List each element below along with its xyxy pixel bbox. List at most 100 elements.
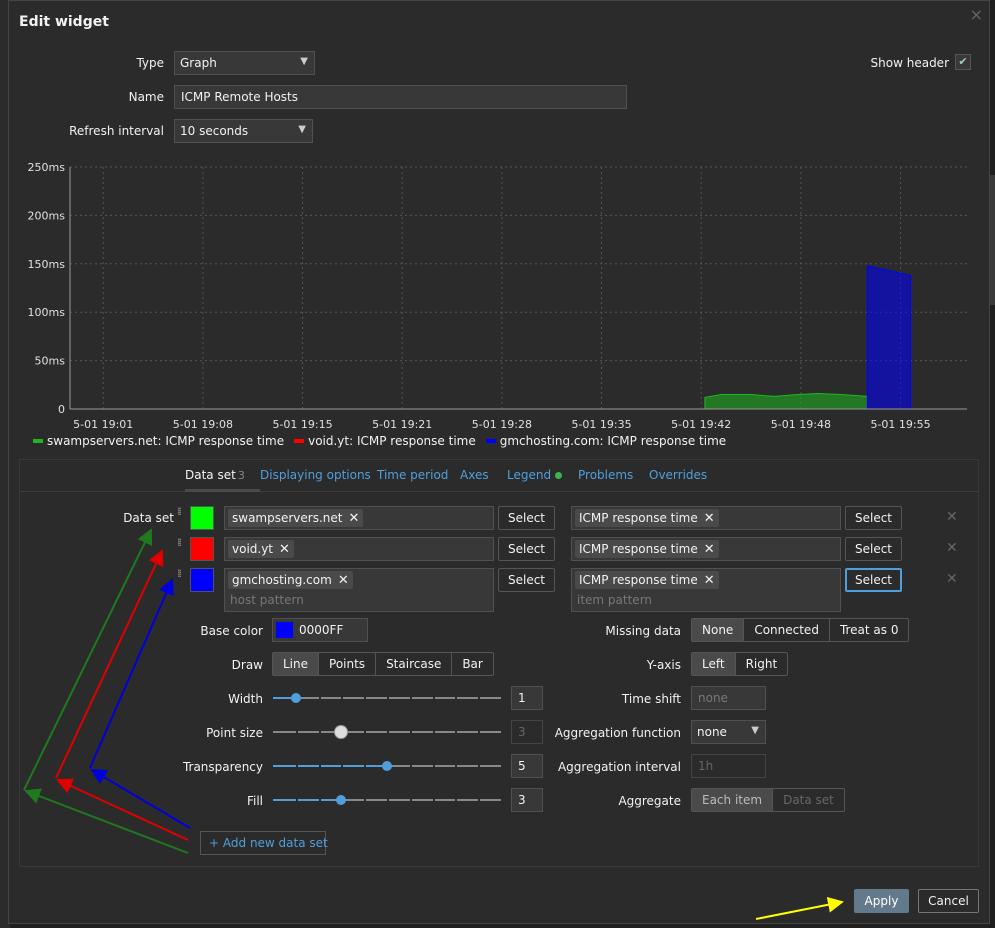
host-multiselect[interactable]: swampservers.net ✕	[224, 506, 494, 530]
show-header-checkbox[interactable]: ✔	[955, 54, 971, 70]
apply-button[interactable]: Apply	[854, 889, 909, 913]
y-tick-label: 100ms	[28, 306, 66, 319]
remove-data-set-icon[interactable]: ✕	[946, 571, 958, 587]
chip-label: ICMP response time	[579, 573, 698, 587]
tab-displaying-options[interactable]: Displaying options	[260, 468, 371, 482]
slider-tick	[295, 799, 298, 801]
width-label: Width	[228, 692, 263, 706]
drag-handle-icon[interactable]: ⁞⁞	[177, 568, 187, 579]
item-multiselect[interactable]: ICMP response time ✕	[571, 537, 841, 561]
point-size-label: Point size	[206, 726, 263, 740]
chip-label: ICMP response time	[579, 511, 698, 525]
base-color-input[interactable]: 0000FF	[272, 618, 368, 642]
slider-tick	[364, 765, 367, 767]
y-tick-label: 50ms	[35, 355, 66, 368]
host-select-button[interactable]: Select	[498, 568, 555, 592]
item-multiselect[interactable]: ICMP response time ✕	[571, 506, 841, 530]
y-axis-label: Y-axis	[646, 658, 681, 672]
data-set-color-swatch[interactable]	[190, 568, 214, 592]
slider-tick	[364, 697, 367, 699]
draw-option-line[interactable]: Line	[273, 653, 320, 675]
remove-chip-icon[interactable]: ✕	[348, 511, 359, 526]
draw-segmented-control[interactable]: Line Points Staircase Bar	[272, 652, 494, 676]
missing-data-segmented-control[interactable]: None Connected Treat as 0	[691, 618, 910, 642]
remove-chip-icon[interactable]: ✕	[704, 542, 715, 557]
tab-legend[interactable]: Legend	[507, 468, 563, 482]
remove-chip-icon[interactable]: ✕	[704, 511, 715, 526]
host-pattern-placeholder[interactable]: host pattern	[228, 589, 490, 607]
remove-data-set-icon[interactable]: ✕	[946, 540, 958, 556]
slider-handle[interactable]	[336, 795, 347, 805]
item-multiselect[interactable]: ICMP response time ✕ item pattern	[571, 568, 841, 612]
host-select-button[interactable]: Select	[498, 506, 555, 530]
item-select-button[interactable]: Select	[845, 506, 902, 530]
aggregation-interval-input: 1h	[691, 754, 766, 778]
host-multiselect[interactable]: void.yt ✕	[224, 537, 494, 561]
tab-overrides[interactable]: Overrides	[649, 468, 707, 482]
width-slider[interactable]	[273, 692, 501, 704]
drag-handle-icon[interactable]: ⁞⁞	[177, 537, 187, 548]
close-icon[interactable]: ×	[970, 5, 983, 24]
type-select[interactable]: Graph ▼	[174, 51, 315, 75]
y-axis-option-right[interactable]: Right	[736, 653, 788, 675]
point-size-slider	[273, 725, 501, 739]
item-pattern-placeholder[interactable]: item pattern	[575, 589, 837, 607]
item-chip: ICMP response time ✕	[575, 540, 719, 558]
data-set-color-swatch[interactable]	[190, 537, 214, 561]
remove-chip-icon[interactable]: ✕	[704, 573, 715, 588]
host-multiselect[interactable]: gmchosting.com ✕ host pattern	[224, 568, 494, 612]
host-select-button[interactable]: Select	[498, 537, 555, 561]
missing-option-none[interactable]: None	[692, 619, 745, 641]
remove-chip-icon[interactable]: ✕	[279, 542, 290, 557]
fill-slider[interactable]	[273, 794, 501, 806]
host-chip: void.yt ✕	[228, 540, 294, 558]
x-tick-label: 5-01 19:48	[771, 418, 831, 431]
time-shift-input[interactable]: none	[691, 686, 766, 710]
legend-item: gmchosting.com: ICMP response time	[485, 434, 726, 448]
slider-tick	[387, 799, 389, 801]
tab-time-period[interactable]: Time period	[377, 468, 448, 482]
transparency-input[interactable]: 5	[511, 754, 543, 778]
draw-option-staircase[interactable]: Staircase	[376, 653, 453, 675]
y-axis-segmented-control[interactable]: Left Right	[691, 652, 789, 676]
cancel-button[interactable]: Cancel	[918, 889, 979, 913]
slider-fill	[273, 765, 387, 767]
legend-swatch	[294, 439, 305, 443]
missing-option-connected[interactable]: Connected	[744, 619, 830, 641]
legend-swatch	[33, 439, 43, 443]
name-input[interactable]: ICMP Remote Hosts	[174, 85, 627, 109]
item-select-button[interactable]: Select	[845, 568, 902, 592]
tab-problems[interactable]: Problems	[578, 468, 633, 482]
drag-handle-icon[interactable]: ⁞⁞	[177, 506, 187, 517]
slider-tick	[318, 799, 321, 801]
status-dot-icon	[555, 472, 563, 479]
remove-data-set-icon[interactable]: ✕	[946, 509, 958, 525]
add-new-data-set-button[interactable]: + Add new data set	[200, 831, 328, 855]
tab-axes[interactable]: Axes	[460, 468, 489, 482]
slider-tick	[364, 731, 367, 733]
x-tick-label: 5-01 19:28	[472, 418, 532, 431]
plus-icon: +	[209, 836, 220, 850]
y-axis-option-left[interactable]: Left	[692, 653, 736, 675]
draw-option-bar[interactable]: Bar	[452, 653, 493, 675]
missing-option-treat-as-0[interactable]: Treat as 0	[830, 619, 909, 641]
refresh-interval-select[interactable]: 10 seconds ▼	[174, 119, 313, 143]
slider-tick	[341, 697, 344, 699]
width-input[interactable]: 1	[511, 686, 543, 710]
fill-input[interactable]: 3	[511, 788, 543, 812]
item-select-button[interactable]: Select	[845, 537, 902, 561]
slider-tick	[455, 697, 458, 699]
slider-handle[interactable]	[290, 693, 301, 703]
data-set-color-swatch[interactable]	[190, 506, 214, 530]
tab-label: Legend	[507, 468, 552, 482]
aggregation-function-select[interactable]: none ▼	[691, 720, 766, 744]
remove-chip-icon[interactable]: ✕	[338, 573, 349, 588]
tab-count: 3	[237, 469, 245, 482]
type-select-value: Graph	[180, 56, 217, 70]
draw-option-points[interactable]: Points	[319, 653, 377, 675]
slider-handle[interactable]	[382, 761, 392, 771]
tab-data-set[interactable]: Data set 3	[185, 468, 245, 482]
transparency-slider[interactable]	[273, 760, 501, 772]
base-color-swatch[interactable]	[276, 622, 293, 638]
slider-tick	[455, 731, 458, 733]
